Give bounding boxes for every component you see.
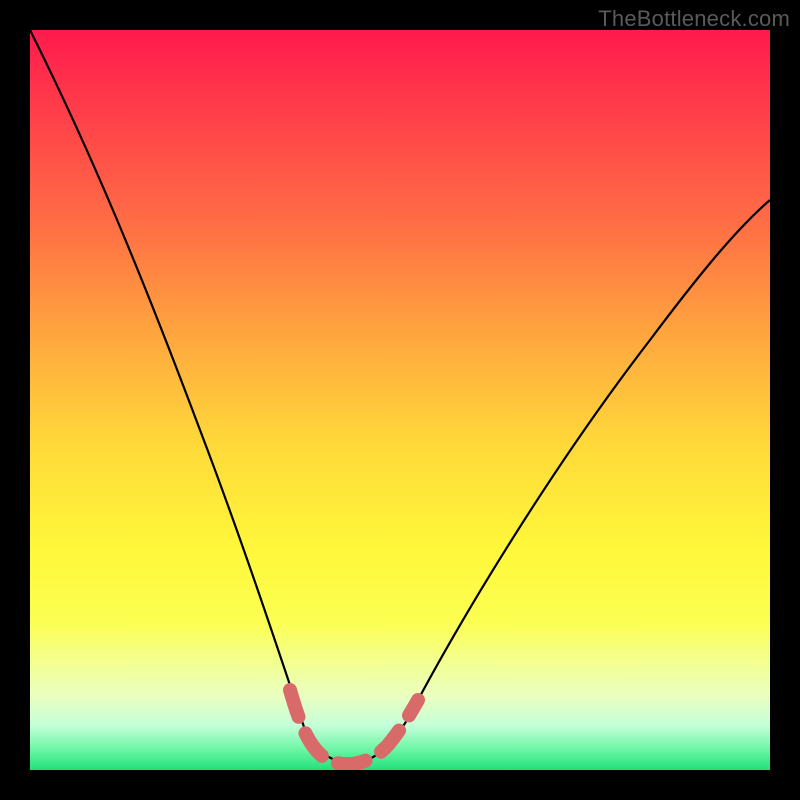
chart-frame: TheBottleneck.com — [0, 0, 800, 800]
watermark-text: TheBottleneck.com — [598, 6, 790, 32]
plot-area — [30, 30, 770, 770]
gradient-background — [30, 30, 770, 770]
